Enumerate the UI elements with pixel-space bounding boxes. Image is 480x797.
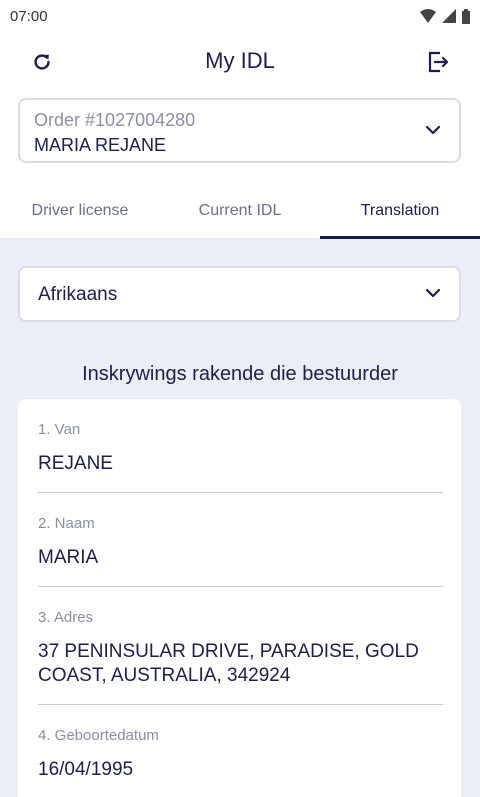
battery-icon	[462, 8, 470, 24]
tab-translation[interactable]: Translation	[320, 186, 480, 239]
field-date-of-birth: 4. Geboortedatum 16/04/1995	[38, 727, 443, 797]
translation-panel: Afrikaans Inskrywings rakende die bestuu…	[0, 239, 480, 797]
status-bar: 07:00	[0, 0, 480, 32]
app-bar: My IDL	[0, 32, 480, 90]
logout-button[interactable]	[422, 46, 454, 78]
tab-bar: Driver license Current IDL Translation	[0, 186, 480, 239]
driver-details-card: 1. Van REJANE 2. Naam MARIA 3. Adres 37 …	[18, 399, 461, 797]
field-value: 37 PENINSULAR DRIVE, PARADISE, GOLD COAS…	[38, 641, 419, 686]
field-first-name: 2. Naam MARIA	[38, 515, 443, 587]
tab-current-idl[interactable]: Current IDL	[160, 186, 320, 238]
field-label: 2. Naam	[38, 515, 95, 532]
field-label: 4. Geboortedatum	[38, 727, 159, 744]
section-title: Inskrywings rakende die bestuurder	[82, 363, 398, 385]
field-label: 1. Van	[38, 421, 81, 438]
status-icons	[420, 8, 470, 24]
field-value: REJANE	[38, 453, 113, 474]
field-address: 3. Adres 37 PENINSULAR DRIVE, PARADISE, …	[38, 609, 443, 705]
language-selector[interactable]: Afrikaans	[18, 266, 461, 322]
status-time: 07:00	[10, 7, 48, 25]
wifi-icon	[420, 9, 436, 23]
order-selector[interactable]: Order #1027004280 MARIA REJANE	[18, 98, 461, 163]
chevron-down-icon	[425, 125, 441, 135]
tab-driver-license[interactable]: Driver license	[0, 186, 160, 238]
field-value: 16/04/1995	[38, 759, 134, 780]
field-label: 3. Adres	[38, 609, 94, 626]
language-selected: Afrikaans	[38, 284, 118, 305]
order-holder-name: MARIA REJANE	[34, 135, 167, 155]
signal-icon	[442, 9, 456, 23]
field-surname: 1. Van REJANE	[38, 421, 443, 493]
field-value: MARIA	[38, 547, 99, 568]
logout-icon	[428, 51, 449, 73]
chevron-down-icon	[425, 288, 441, 298]
order-number-label: Order #1027004280	[34, 110, 196, 130]
page-title: My IDL	[205, 48, 275, 73]
